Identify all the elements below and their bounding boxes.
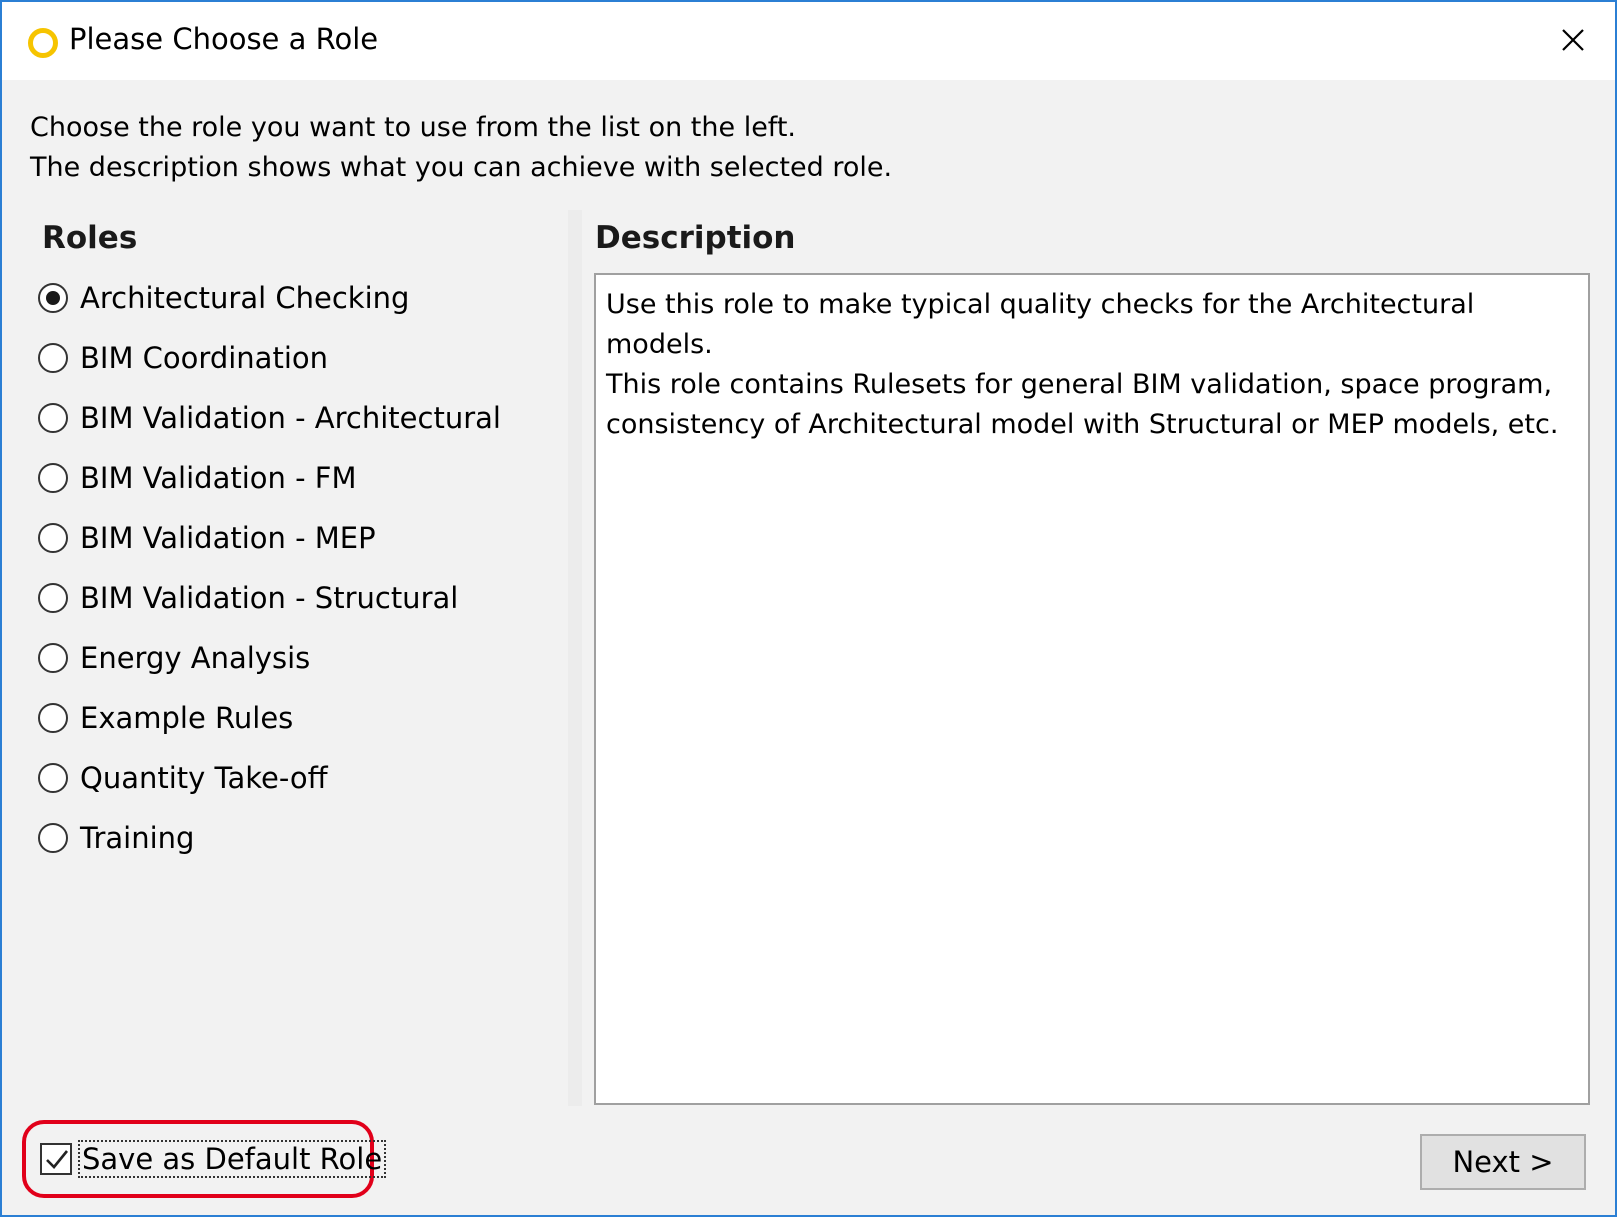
role-radio-item[interactable]: BIM Coordination (38, 328, 558, 388)
radio-button[interactable] (38, 643, 68, 673)
role-radio-item[interactable]: Training (38, 808, 558, 868)
role-label: BIM Validation - Structural (80, 581, 459, 615)
role-label: Example Rules (80, 701, 294, 735)
description-text: Use this role to make typical quality ch… (606, 289, 1559, 440)
role-label: Training (80, 821, 195, 855)
description-panel-edge (568, 210, 582, 1106)
description-heading: Description (595, 220, 796, 256)
role-radio-item[interactable]: Example Rules (38, 688, 558, 748)
role-radio-item[interactable]: BIM Validation - Architectural (38, 388, 558, 448)
role-radio-item[interactable]: Energy Analysis (38, 628, 558, 688)
role-radio-item[interactable]: BIM Validation - MEP (38, 508, 558, 568)
radio-button[interactable] (38, 343, 68, 373)
role-radio-item[interactable]: BIM Validation - FM (38, 448, 558, 508)
role-radio-item[interactable]: BIM Validation - Structural (38, 568, 558, 628)
radio-button[interactable] (38, 703, 68, 733)
save-default-role-label: Save as Default Role (77, 1140, 387, 1178)
intro-line-1: Choose the role you want to use from the… (30, 112, 797, 143)
checkmark-icon (46, 1150, 69, 1169)
checkbox-box[interactable] (40, 1143, 72, 1175)
role-label: BIM Validation - FM (80, 461, 357, 495)
app-ring-icon (28, 28, 58, 58)
title-bar: Please Choose a Role (2, 2, 1615, 80)
radio-button[interactable] (38, 283, 68, 313)
intro-text: Choose the role you want to use from the… (30, 108, 892, 188)
intro-line-2: The description shows what you can achie… (30, 152, 893, 183)
role-dialog: Please Choose a Role Choose the role you… (0, 0, 1617, 1217)
role-label: Architectural Checking (80, 281, 410, 315)
radio-button[interactable] (38, 583, 68, 613)
description-textbox[interactable]: Use this role to make typical quality ch… (594, 273, 1590, 1105)
role-label: Energy Analysis (80, 641, 311, 675)
close-button[interactable] (1549, 16, 1597, 64)
role-radio-item[interactable]: Quantity Take-off (38, 748, 558, 808)
next-button[interactable]: Next > (1420, 1134, 1586, 1190)
radio-button[interactable] (38, 823, 68, 853)
close-icon (1562, 29, 1584, 51)
radio-button[interactable] (38, 763, 68, 793)
role-label: BIM Validation - Architectural (80, 401, 501, 435)
window-title: Please Choose a Role (69, 22, 379, 56)
role-radio-item[interactable]: Architectural Checking (38, 268, 558, 328)
roles-radio-list: Architectural Checking BIM Coordination BI… (38, 268, 558, 868)
roles-heading: Roles (42, 220, 138, 256)
role-label: BIM Validation - MEP (80, 521, 376, 555)
save-default-role-checkbox[interactable]: Save as Default Role (22, 1120, 387, 1198)
role-label: Quantity Take-off (80, 761, 328, 795)
radio-button[interactable] (38, 403, 68, 433)
role-label: BIM Coordination (80, 341, 329, 375)
radio-button[interactable] (38, 463, 68, 493)
radio-button[interactable] (38, 523, 68, 553)
